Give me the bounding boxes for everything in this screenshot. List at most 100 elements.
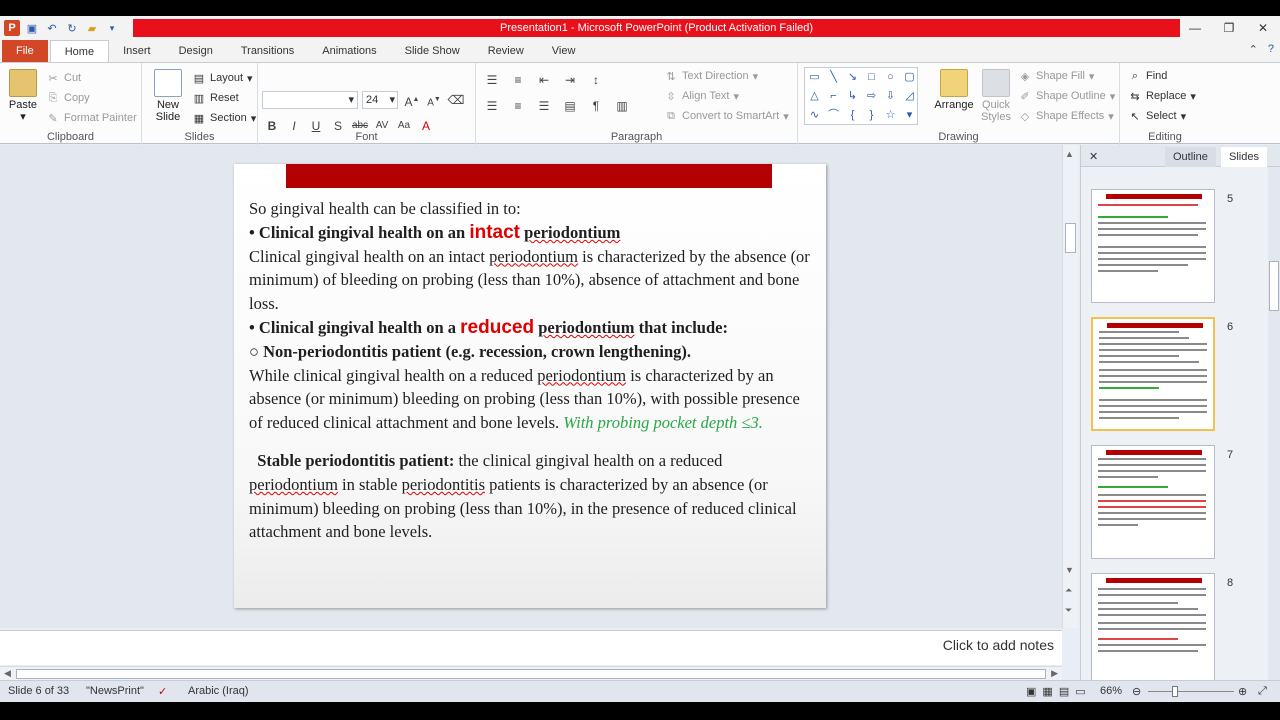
new-slide-button[interactable]: New Slide (148, 69, 188, 123)
down-arrow-shape-icon[interactable]: ⇩ (881, 87, 900, 106)
slide-thumbnail-6[interactable] (1091, 317, 1215, 431)
triangle-shape-icon[interactable]: △ (805, 87, 824, 106)
shrink-font-icon[interactable]: A▼ (424, 91, 444, 109)
line-spacing-icon[interactable]: ↕ (586, 71, 606, 89)
find-button[interactable]: ⌕ Find (1128, 69, 1168, 83)
text-direction-rtl-icon[interactable]: ¶ (586, 97, 606, 115)
slide-sorter-icon[interactable]: ▦ (1042, 685, 1052, 698)
editor-horizontal-scrollbar[interactable]: ◀ ▶ (0, 666, 1062, 680)
freeform-shape-icon[interactable]: ⌒ (824, 106, 843, 125)
tab-design[interactable]: Design (165, 40, 227, 62)
fit-to-window-icon[interactable]: ⤢ (1258, 685, 1267, 698)
curve-shape-icon[interactable]: ∿ (805, 106, 824, 125)
restore-icon[interactable]: ❐ (1212, 16, 1246, 40)
select-button[interactable]: ↖ Select ▾ (1128, 109, 1186, 123)
tab-insert[interactable]: Insert (109, 40, 165, 62)
replace-button[interactable]: ⇆ Replace ▾ (1128, 89, 1196, 103)
tab-file[interactable]: File (2, 40, 48, 62)
clear-formatting-icon[interactable]: ⌫ (446, 91, 466, 109)
star-shape-icon[interactable]: ☆ (881, 106, 900, 125)
tab-animations[interactable]: Animations (308, 40, 390, 62)
editor-vertical-scrollbar[interactable]: ▲ ▼ ⏶ ⏷ (1062, 145, 1078, 628)
zoom-slider-thumb[interactable] (1172, 686, 1178, 697)
rectangle-shape-icon[interactable]: □ (862, 68, 881, 87)
minimize-ribbon-icon[interactable]: ⌃ (1249, 43, 1258, 56)
pane-scroll-thumb[interactable] (1269, 261, 1279, 311)
slide-body-text[interactable]: So gingival health can be classified in … (249, 197, 814, 544)
columns-icon[interactable]: ▥ (612, 97, 632, 115)
brace-left-shape-icon[interactable]: { (843, 106, 862, 125)
slides-pane-scrollbar[interactable] (1268, 167, 1280, 680)
customize-qat-icon[interactable]: ▾ (104, 20, 120, 36)
format-painter-button[interactable]: ✎ Format Painter (46, 111, 136, 125)
tab-transitions[interactable]: Transitions (227, 40, 308, 62)
align-left-icon[interactable]: ☰ (482, 97, 502, 115)
align-right-icon[interactable]: ☰ (534, 97, 554, 115)
align-text-button[interactable]: ⇳ Align Text ▾ (664, 89, 739, 103)
save-icon[interactable]: ▣ (24, 20, 40, 36)
right-arrow-shape-icon[interactable]: ⇨ (862, 87, 881, 106)
oval-shape-icon[interactable]: ○ (881, 68, 900, 87)
scroll-left-icon[interactable]: ◀ (4, 668, 11, 679)
textbox-shape-icon[interactable]: ▭ (805, 68, 824, 87)
arrange-button[interactable]: Arrange (932, 69, 976, 111)
scroll-up-icon[interactable]: ▲ (1065, 149, 1074, 159)
slide-title-bar[interactable] (286, 164, 772, 188)
section-button[interactable]: ▦ Section ▾ (192, 111, 256, 125)
minimize-icon[interactable]: — (1178, 16, 1212, 40)
paste-button[interactable]: Paste ▾ (6, 69, 40, 123)
slide-thumbnail-8[interactable] (1091, 573, 1215, 687)
scroll-right-icon[interactable]: ▶ (1051, 668, 1058, 679)
next-slide-icon[interactable]: ⏷ (1065, 605, 1072, 616)
horizontal-scroll-thumb[interactable] (16, 669, 1046, 679)
notes-pane[interactable]: Click to add notes (0, 630, 1062, 665)
bullets-icon[interactable]: ☰ (482, 71, 502, 89)
increase-indent-icon[interactable]: ⇥ (560, 71, 580, 89)
powerpoint-logo-icon[interactable]: P (4, 20, 20, 36)
justify-icon[interactable]: ▤ (560, 97, 580, 115)
tab-review[interactable]: Review (474, 40, 538, 62)
zoom-in-icon[interactable]: ⊕ (1238, 685, 1247, 698)
quick-styles-button[interactable]: Quick Styles (978, 69, 1014, 123)
tab-view[interactable]: View (538, 40, 590, 62)
more-shapes-icon[interactable]: ◿ (900, 87, 919, 106)
cut-button[interactable]: ✂ Cut (46, 71, 81, 85)
zoom-out-icon[interactable]: ⊖ (1132, 685, 1141, 698)
previous-slide-icon[interactable]: ⏶ (1065, 585, 1072, 596)
open-icon[interactable]: ▰ (84, 20, 100, 36)
slide-canvas[interactable]: So gingival health can be classified in … (234, 164, 826, 608)
slide-thumbnail-7[interactable] (1091, 445, 1215, 559)
help-icon[interactable]: ? (1268, 43, 1274, 56)
arrow-line-shape-icon[interactable]: ↘ (843, 68, 862, 87)
reset-button[interactable]: ▥ Reset (192, 91, 239, 105)
tab-slide-show[interactable]: Slide Show (391, 40, 474, 62)
numbering-icon[interactable]: ≡ (508, 71, 528, 89)
convert-smartart-button[interactable]: ⧉ Convert to SmartArt ▾ (664, 109, 789, 123)
spellcheck-status-icon[interactable]: ✓ (158, 685, 167, 698)
language-indicator[interactable]: Arabic (Iraq) (188, 685, 249, 697)
slide-editor[interactable]: So gingival health can be classified in … (0, 145, 1062, 628)
slideshow-view-icon[interactable]: ▭ (1075, 685, 1085, 698)
tab-home[interactable]: Home (49, 40, 110, 62)
zoom-level[interactable]: 66% (1100, 685, 1122, 697)
tab-outline[interactable]: Outline (1165, 147, 1216, 167)
font-size-combobox[interactable]: 24 ▾ (362, 91, 398, 109)
brace-right-shape-icon[interactable]: } (862, 106, 881, 125)
normal-view-icon[interactable]: ▣ (1026, 685, 1036, 698)
undo-icon[interactable]: ↶ (44, 20, 60, 36)
shape-effects-button[interactable]: ◇ Shape Effects ▾ (1018, 109, 1114, 123)
tab-slides-pane[interactable]: Slides (1221, 147, 1267, 167)
shape-outline-button[interactable]: ✐ Shape Outline ▾ (1018, 89, 1115, 103)
grow-font-icon[interactable]: A▲ (402, 91, 422, 109)
elbow-arrow-shape-icon[interactable]: ↳ (843, 87, 862, 106)
shapes-gallery[interactable]: ▭ ╲ ↘ □ ○ ▢ △ ⌐ ↳ ⇨ ⇩ ◿ ∿ ⌒{} ☆ ▾ (804, 67, 918, 125)
elbow-shape-icon[interactable]: ⌐ (824, 87, 843, 106)
repeat-icon[interactable]: ↻ (64, 20, 80, 36)
decrease-indent-icon[interactable]: ⇤ (534, 71, 554, 89)
close-pane-icon[interactable]: ✕ (1081, 147, 1106, 167)
text-direction-button[interactable]: ⇅ Text Direction ▾ (664, 69, 758, 83)
align-center-icon[interactable]: ≡ (508, 97, 528, 115)
zoom-slider[interactable] (1148, 691, 1234, 692)
shapes-more-icon[interactable]: ▾ (900, 106, 919, 125)
reading-view-icon[interactable]: ▤ (1059, 685, 1069, 698)
